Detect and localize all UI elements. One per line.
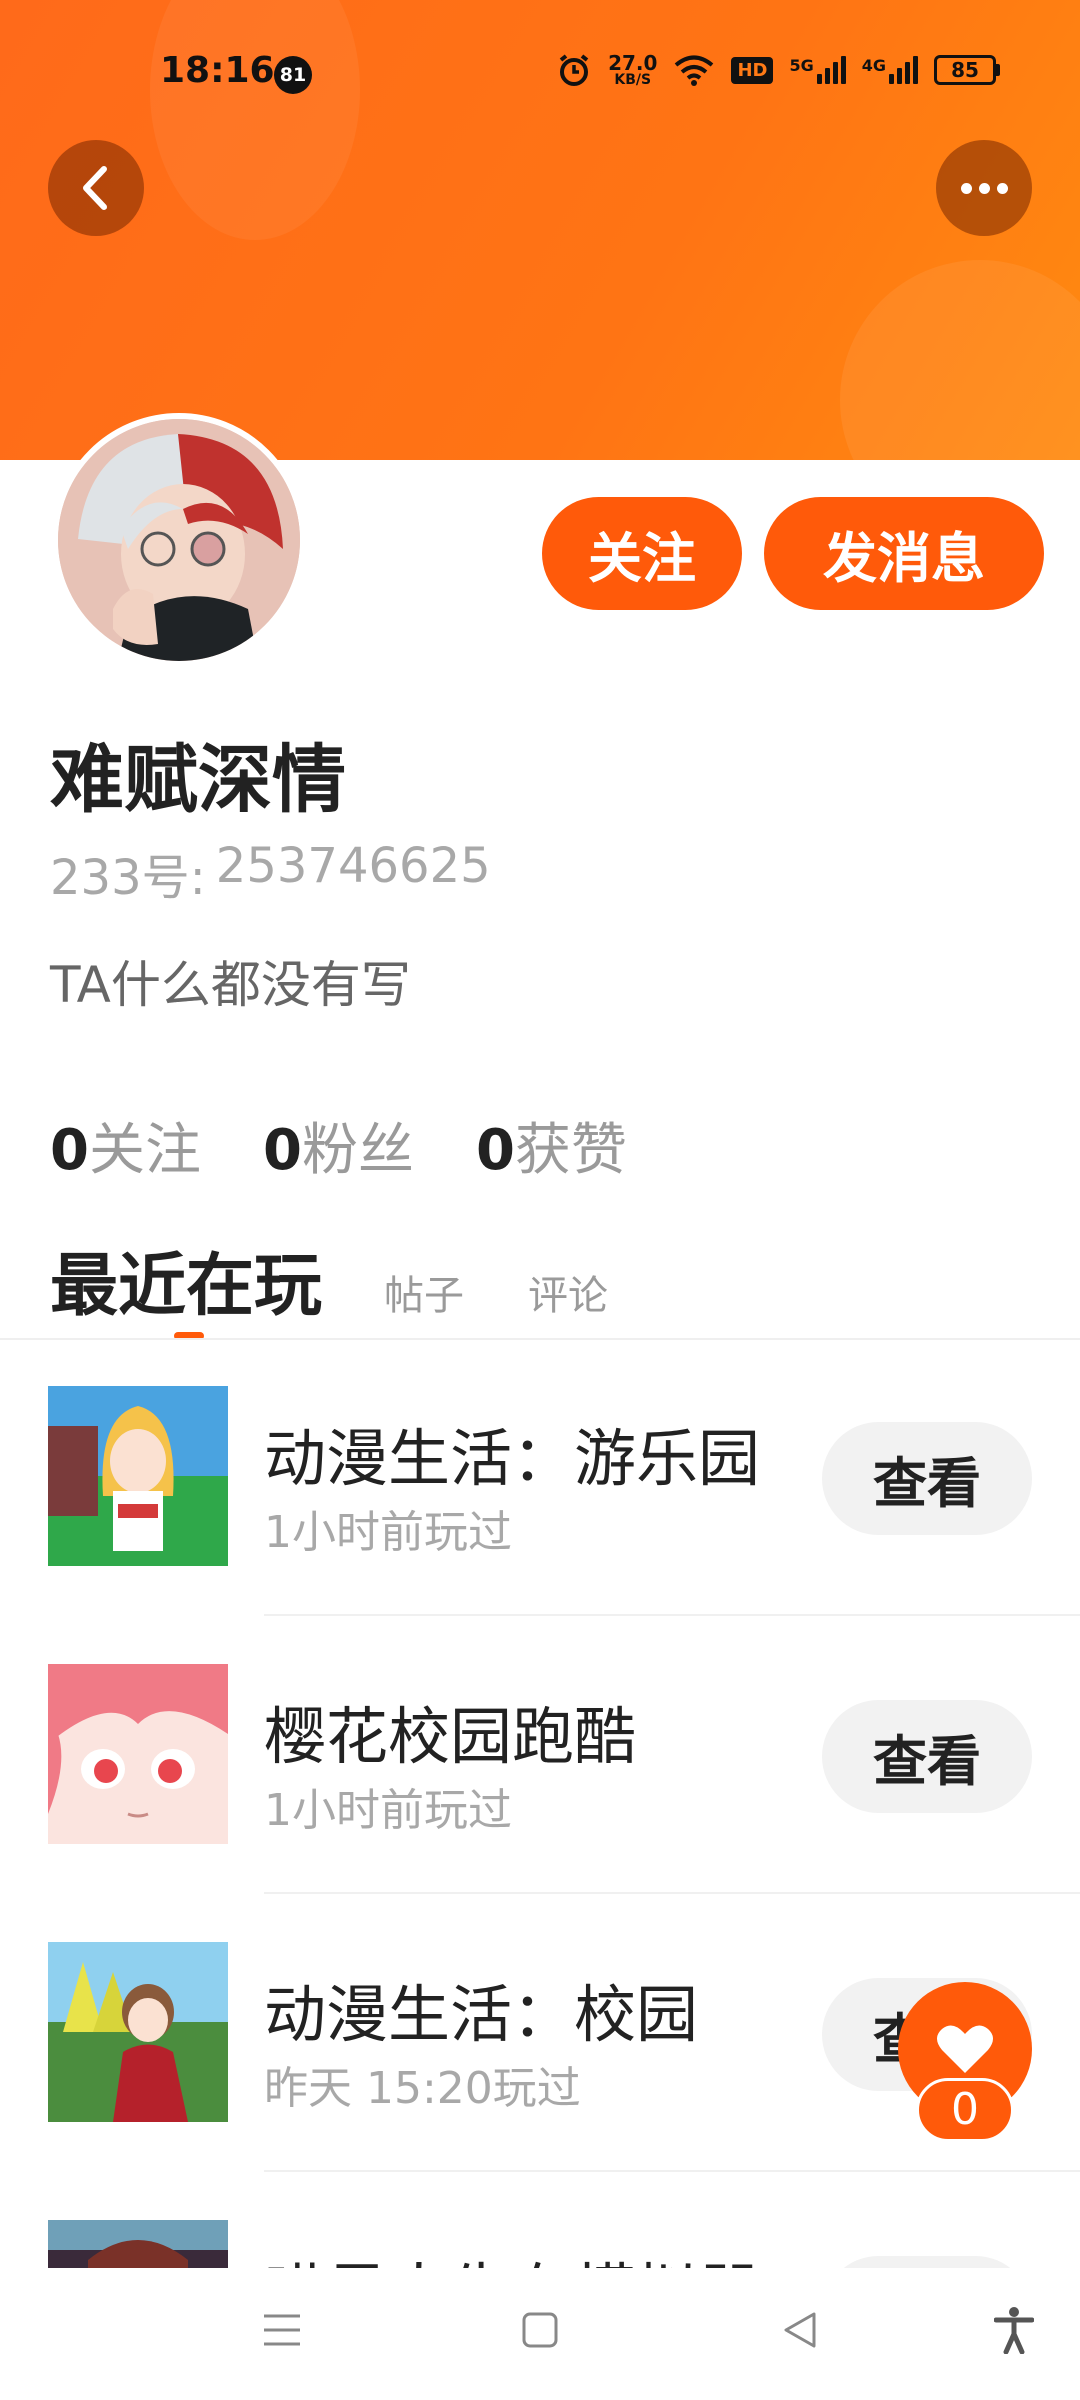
home-icon[interactable]	[522, 2310, 558, 2350]
tab-posts[interactable]: 帖子	[384, 1263, 464, 1321]
network-speed: 27.0 KB/S	[608, 51, 658, 88]
game-name: 动漫生活：校园	[264, 1978, 699, 2051]
tab-comments[interactable]: 评论	[528, 1263, 608, 1321]
banner-decoration	[150, 0, 360, 240]
tab-recently-played[interactable]: 最近在玩	[50, 1230, 322, 1340]
stat-followers[interactable]: 0粉丝	[263, 1105, 414, 1186]
user-nickname: 难赋深情	[50, 737, 346, 823]
list-item[interactable]: 樱花校园跑酷 1小时前玩过 查看	[0, 1616, 1080, 1894]
more-options-button[interactable]	[936, 140, 1032, 236]
banner-decoration	[840, 260, 1080, 460]
user-stats: 0关注 0粉丝 0获赞	[50, 1105, 627, 1186]
status-time: 18:16	[160, 50, 275, 91]
status-bar: 18:16 81 27.0 KB/S HD 5G 4G 85	[0, 40, 1080, 100]
recent-games-list: 动漫生活：游乐园 1小时前玩过 查看 樱花校园跑酷 1小时前玩过 查看 动漫生活…	[0, 1338, 1080, 2400]
more-dot-icon	[960, 182, 972, 194]
view-game-button[interactable]: 查看	[822, 1422, 1032, 1535]
stat-following[interactable]: 0关注	[50, 1105, 201, 1186]
signal-4g-icon: 4G	[862, 56, 918, 84]
game-played-time: 1小时前玩过	[264, 1507, 512, 1558]
more-dot-icon	[996, 182, 1008, 194]
follow-button[interactable]: 关注	[542, 497, 742, 610]
profile-tabs: 最近在玩 帖子 评论	[50, 1230, 608, 1340]
signal-5g-icon: 5G	[789, 56, 846, 84]
wifi-icon	[675, 55, 714, 86]
game-name: 樱花校园跑酷	[264, 1700, 637, 1773]
heart-icon	[937, 2025, 993, 2073]
send-message-button[interactable]: 发消息	[764, 497, 1044, 610]
user-id: 233号: 253746625	[50, 838, 491, 906]
chevron-left-icon	[83, 166, 107, 210]
game-name: 动漫生活：游乐园	[264, 1422, 761, 1495]
battery-icon: 85	[934, 55, 1000, 85]
hd-voice-icon: HD	[731, 56, 774, 84]
stat-likes[interactable]: 0获赞	[476, 1105, 627, 1186]
alarm-icon	[559, 54, 589, 86]
back-nav-icon[interactable]	[780, 2310, 820, 2350]
back-button[interactable]	[48, 140, 144, 236]
menu-icon[interactable]	[262, 2310, 302, 2350]
game-played-time: 1小时前玩过	[264, 1785, 512, 1836]
user-bio: TA什么都没有写	[50, 956, 411, 1014]
view-game-button[interactable]: 查看	[822, 1700, 1032, 1813]
accessibility-icon[interactable]	[994, 2306, 1034, 2354]
game-thumbnail	[48, 1942, 228, 2122]
like-count-badge: 0	[916, 2078, 1014, 2142]
notification-badge: 81	[274, 56, 312, 94]
avatar[interactable]	[52, 413, 306, 667]
game-thumbnail	[48, 1664, 228, 1844]
game-thumbnail	[48, 1386, 228, 1566]
list-item[interactable]: 动漫生活：游乐园 1小时前玩过 查看	[0, 1338, 1080, 1616]
system-navigation-bar	[0, 2268, 1080, 2400]
avatar-image	[58, 419, 300, 661]
game-played-time: 昨天 15:20玩过	[264, 2063, 581, 2114]
status-icons: 27.0 KB/S HD 5G 4G 85	[556, 52, 1000, 88]
more-dot-icon	[978, 182, 990, 194]
